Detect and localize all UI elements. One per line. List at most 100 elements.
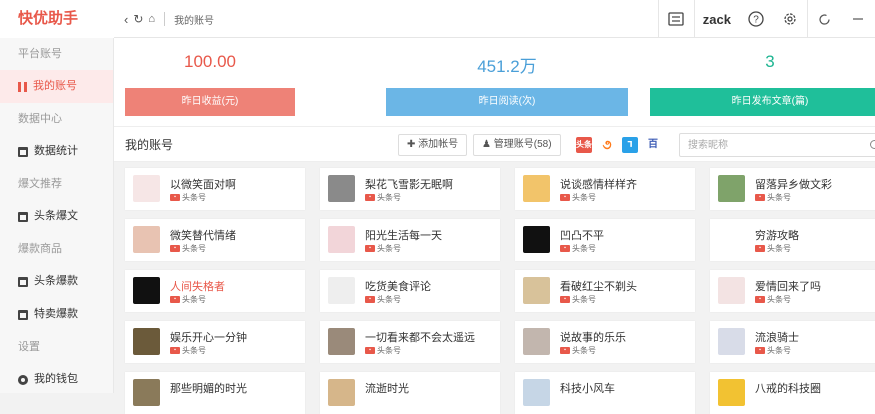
platform-label: 头条号 xyxy=(572,295,596,304)
sidebar: 平台账号 我的账号 数据中心 数据统计 爆文推荐 头条爆文 爆款商品 头条爆款 … xyxy=(0,38,114,393)
bar-icon xyxy=(18,81,27,92)
account-card[interactable]: 看破红尘不剃头 ▪ 头条号 xyxy=(515,270,695,312)
account-card[interactable]: 以微笑面对啊 ▪ 头条号 xyxy=(125,168,305,210)
platform-label: 头条号 xyxy=(572,244,596,253)
calendar-icon xyxy=(18,211,28,222)
calendar-icon xyxy=(18,146,28,157)
account-card[interactable]: 阳光生活每一天 ▪ 头条号 xyxy=(320,219,500,261)
avatar xyxy=(133,328,160,355)
sidebar-item-toutiao-hot-products[interactable]: 头条爆款 xyxy=(0,265,113,298)
divider xyxy=(164,12,166,26)
platform-label: 头条号 xyxy=(377,295,401,304)
sidebar-item-data-stats[interactable]: 数据统计 xyxy=(0,135,113,168)
avatar xyxy=(718,175,745,202)
account-name: 以微笑面对啊 xyxy=(170,179,236,191)
account-name: 微笑替代情绪 xyxy=(170,230,236,242)
account-card[interactable]: 那些明媚的时光 xyxy=(125,372,305,414)
stat-income: 100.00 昨日收益(元) xyxy=(125,38,295,126)
toutiao-badge-icon: ▪ xyxy=(170,245,180,252)
settings-gear-icon[interactable] xyxy=(773,0,807,38)
sidebar-item-my-wallet[interactable]: 我的钱包 xyxy=(0,363,113,396)
account-platform: ▪ 头条号 xyxy=(560,243,596,254)
platform-toutiao-icon[interactable]: 头条 xyxy=(576,137,592,153)
sidebar-item-toutiao-hot-articles[interactable]: 头条爆文 xyxy=(0,200,113,233)
account-card[interactable]: 爱情回来了吗 ▪ 头条号 xyxy=(710,270,875,312)
platform-uc-icon[interactable]: ૭ xyxy=(599,137,615,153)
account-card[interactable]: 人间失格者 ▪ 头条号 xyxy=(125,270,305,312)
account-name: 凹凸不平 xyxy=(560,230,604,242)
account-card[interactable]: 说故事的乐乐 ▪ 头条号 xyxy=(515,321,695,363)
svg-text:?: ? xyxy=(753,15,759,26)
platform-label: 头条号 xyxy=(767,193,791,202)
sidebar-item-label: 特卖爆款 xyxy=(34,308,78,320)
platform-label: 头条号 xyxy=(182,193,206,202)
toutiao-badge-icon: ▪ xyxy=(560,245,570,252)
avatar xyxy=(328,175,355,202)
sidebar-item-flash-sale-products[interactable]: 特卖爆款 xyxy=(0,298,113,331)
account-card[interactable]: 微笑替代情绪 ▪ 头条号 xyxy=(125,219,305,261)
platform-label: 头条号 xyxy=(767,244,791,253)
stat-reads: 451.2万 昨日阅读(次) xyxy=(386,38,628,126)
account-platform: ▪ 头条号 xyxy=(755,192,791,203)
account-platform: ▪ 头条号 xyxy=(560,345,596,356)
platform-label: 头条号 xyxy=(767,295,791,304)
platform-other-icon[interactable]: 百 xyxy=(645,137,661,153)
account-card[interactable]: 凹凸不平 ▪ 头条号 xyxy=(515,219,695,261)
toutiao-badge-icon: ▪ xyxy=(560,296,570,303)
reload-icon[interactable] xyxy=(807,0,841,38)
platform-label: 头条号 xyxy=(377,346,401,355)
account-card[interactable]: 梨花飞雪影无眠啊 ▪ 头条号 xyxy=(320,168,500,210)
account-card[interactable]: 娱乐开心一分钟 ▪ 头条号 xyxy=(125,321,305,363)
account-name: 梨花飞雪影无眠啊 xyxy=(365,179,453,191)
avatar xyxy=(523,328,550,355)
account-name: 说故事的乐乐 xyxy=(560,332,626,344)
account-name: 吃货美食评论 xyxy=(365,281,431,293)
user-icon: ♟ xyxy=(482,139,491,150)
account-card[interactable]: 科技小风车 xyxy=(515,372,695,414)
toutiao-badge-icon: ▪ xyxy=(755,245,765,252)
platform-baijia-icon[interactable]: ⅂ xyxy=(622,137,638,153)
toutiao-badge-icon: ▪ xyxy=(365,245,375,252)
nav-controls: ‹ ↻ ⌂ 我的账号 xyxy=(124,0,214,38)
list-title: 我的账号 xyxy=(125,138,174,152)
home-icon[interactable]: ⌂ xyxy=(148,13,155,25)
account-card[interactable]: 一切看来都不会太遥远 ▪ 头条号 xyxy=(320,321,500,363)
account-card[interactable]: 说谈感情样样齐 ▪ 头条号 xyxy=(515,168,695,210)
account-platform: ▪ 头条号 xyxy=(170,345,206,356)
user-name: zack xyxy=(702,11,731,27)
toutiao-badge-icon: ▪ xyxy=(170,296,180,303)
avatar xyxy=(133,226,160,253)
account-card[interactable]: 八戒的科技圈 xyxy=(710,372,875,414)
account-card[interactable]: 留落异乡做文彩 ▪ 头条号 xyxy=(710,168,875,210)
sidebar-item-my-accounts[interactable]: 我的账号 xyxy=(0,70,113,103)
sidebar-item-label: 头条爆款 xyxy=(34,275,78,287)
search-input[interactable] xyxy=(680,134,850,156)
minimize-icon[interactable] xyxy=(841,0,875,38)
platform-label: 头条号 xyxy=(377,244,401,253)
account-card[interactable]: 流逝时光 xyxy=(320,372,500,414)
refresh-icon[interactable]: ↻ xyxy=(133,12,143,26)
sidebar-item-label: 我的账号 xyxy=(33,80,77,92)
help-icon[interactable]: ? xyxy=(739,0,773,38)
account-platform: ▪ 头条号 xyxy=(365,294,401,305)
account-card[interactable]: 吃货美食评论 ▪ 头条号 xyxy=(320,270,500,312)
calendar-icon xyxy=(18,309,28,320)
account-platform: ▪ 头条号 xyxy=(170,294,206,305)
account-card[interactable]: 流浪骑士 ▪ 头条号 xyxy=(710,321,875,363)
keyboard-icon[interactable] xyxy=(657,0,694,38)
account-card[interactable]: 穷游攻略 ▪ 头条号 xyxy=(710,219,875,261)
account-name: 流逝时光 xyxy=(365,383,409,395)
brand-logo[interactable]: 快优助手 xyxy=(0,0,114,38)
sidebar-section-title: 爆款商品 xyxy=(18,243,62,255)
manage-accounts-button[interactable]: ♟ 管理账号(58) xyxy=(473,134,561,156)
add-account-label: 添加帐号 xyxy=(418,139,459,150)
user-menu[interactable]: zack xyxy=(693,0,739,38)
account-name: 那些明媚的时光 xyxy=(170,383,247,395)
account-platform: ▪ 头条号 xyxy=(755,345,791,356)
add-account-button[interactable]: ✚ 添加帐号 xyxy=(398,134,468,156)
search-icon[interactable] xyxy=(870,140,875,149)
sidebar-item-label: 我的钱包 xyxy=(34,373,78,385)
avatar xyxy=(523,226,550,253)
back-icon[interactable]: ‹ xyxy=(124,12,128,27)
toutiao-badge-icon: ▪ xyxy=(755,194,765,201)
